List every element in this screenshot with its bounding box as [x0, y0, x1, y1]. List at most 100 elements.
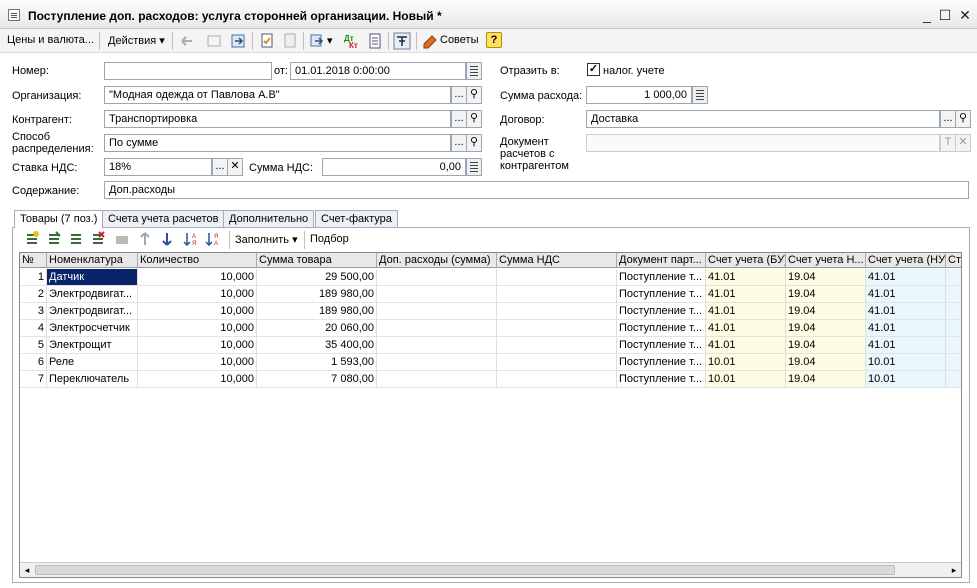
post-document-icon[interactable]	[258, 32, 276, 50]
cell-quantity[interactable]: 10,000	[138, 286, 257, 303]
cell-st[interactable]	[946, 269, 961, 286]
cell-goods-sum[interactable]: 29 500,00	[257, 269, 377, 286]
chevron-down-icon[interactable]: ▾	[327, 34, 333, 47]
cell-extra-expenses[interactable]	[377, 269, 497, 286]
cell-account-vat[interactable]: 19.04	[786, 371, 866, 388]
delete-row-icon[interactable]	[90, 231, 106, 247]
help-button[interactable]: ?	[486, 32, 502, 48]
cell-goods-sum[interactable]: 189 980,00	[257, 303, 377, 320]
cell-goods-sum[interactable]: 189 980,00	[257, 286, 377, 303]
cell-extra-expenses[interactable]	[377, 337, 497, 354]
contract-search-icon[interactable]: ⚲	[955, 110, 971, 128]
actions-menu-button[interactable]: Действия ▾	[108, 34, 165, 47]
cell-number[interactable]: 5	[20, 337, 47, 354]
cell-account-vat[interactable]: 19.04	[786, 269, 866, 286]
move-up-icon[interactable]	[138, 231, 152, 247]
tips-icon[interactable]	[421, 32, 439, 50]
select-items-button[interactable]: Подбор	[310, 233, 349, 245]
contractor-field[interactable]: Транспортировка	[104, 110, 451, 128]
cell-goods-sum[interactable]: 1 593,00	[257, 354, 377, 371]
cell-quantity[interactable]: 10,000	[138, 303, 257, 320]
header-col-account-vat[interactable]: Счет учета Н...	[786, 253, 866, 268]
cell-vat-sum[interactable]	[497, 286, 617, 303]
cell-account-bu[interactable]: 10.01	[706, 354, 786, 371]
cell-quantity[interactable]: 10,000	[138, 337, 257, 354]
scroll-left-icon[interactable]: ◂	[21, 564, 33, 576]
cell-batch-doc[interactable]: Поступление т...	[617, 354, 706, 371]
cell-account-nu[interactable]: 41.01	[866, 269, 946, 286]
org-search-icon[interactable]: ⚲	[466, 86, 482, 104]
tab-goods[interactable]: Товары (7 поз.)	[14, 210, 104, 228]
cell-account-bu[interactable]: 41.01	[706, 269, 786, 286]
cell-account-bu[interactable]: 41.01	[706, 337, 786, 354]
cell-account-vat[interactable]: 19.04	[786, 320, 866, 337]
org-select-button[interactable]: ...	[451, 86, 467, 104]
cell-st[interactable]	[946, 303, 961, 320]
cell-account-vat[interactable]: 19.04	[786, 337, 866, 354]
cell-number[interactable]: 1	[20, 269, 47, 286]
cell-nomenclature[interactable]: Датчик	[47, 269, 138, 286]
copy-row-icon[interactable]	[46, 231, 62, 247]
edit-row-icon[interactable]	[68, 231, 84, 247]
cell-extra-expenses[interactable]	[377, 371, 497, 388]
end-edit-icon[interactable]	[114, 231, 130, 247]
calendar-icon[interactable]	[466, 62, 482, 80]
contract-field[interactable]: Доставка	[586, 110, 940, 128]
contract-select-button[interactable]: ...	[940, 110, 956, 128]
number-field[interactable]	[104, 62, 272, 80]
cell-nomenclature[interactable]: Электросчетчик	[47, 320, 138, 337]
cell-nomenclature[interactable]: Переключатель	[47, 371, 138, 388]
cell-st[interactable]	[946, 354, 961, 371]
cell-account-vat[interactable]: 19.04	[786, 286, 866, 303]
distribution-field[interactable]: По сумме	[104, 134, 451, 152]
close-button[interactable]: ✕	[956, 6, 974, 24]
header-col-nomenclature[interactable]: Номенклатура	[47, 253, 138, 268]
cell-account-nu[interactable]: 10.01	[866, 354, 946, 371]
scrollbar-thumb[interactable]	[35, 565, 895, 575]
prices-currency-button[interactable]: Цены и валюта...	[7, 34, 94, 46]
cell-goods-sum[interactable]: 20 060,00	[257, 320, 377, 337]
fill-menu-button[interactable]: Заполнить ▾	[235, 233, 298, 246]
cell-st[interactable]	[946, 320, 961, 337]
cell-nomenclature[interactable]: Реле	[47, 354, 138, 371]
sort-descending-icon[interactable]: ЯA	[205, 231, 222, 247]
unpost-document-icon[interactable]	[281, 32, 299, 50]
cell-number[interactable]: 2	[20, 286, 47, 303]
type-select-button[interactable]: T	[940, 134, 956, 152]
organization-field[interactable]: "Модная одежда от Павлова А.В"	[104, 86, 451, 104]
header-col-vat-sum[interactable]: Сумма НДС	[497, 253, 617, 268]
content-field[interactable]: Доп.расходы	[104, 181, 969, 199]
cell-extra-expenses[interactable]	[377, 354, 497, 371]
header-col-account-nu[interactable]: Счет учета (НУ)	[866, 253, 946, 268]
date-field[interactable]: 01.01.2018 0:00:00	[290, 62, 466, 80]
cell-batch-doc[interactable]: Поступление т...	[617, 286, 706, 303]
cell-account-nu[interactable]: 41.01	[866, 303, 946, 320]
cell-number[interactable]: 7	[20, 371, 47, 388]
scroll-right-icon[interactable]: ▸	[948, 564, 960, 576]
cell-extra-expenses[interactable]	[377, 286, 497, 303]
calculator-icon[interactable]	[692, 86, 708, 104]
structure-icon[interactable]	[393, 32, 411, 50]
back-arrow-icon[interactable]	[178, 32, 196, 50]
horizontal-scrollbar[interactable]: ◂ ▸	[20, 562, 961, 577]
contractor-search-icon[interactable]: ⚲	[466, 110, 482, 128]
cell-number[interactable]: 4	[20, 320, 47, 337]
add-row-icon[interactable]	[24, 231, 40, 247]
cell-account-vat[interactable]: 19.04	[786, 303, 866, 320]
cell-vat-sum[interactable]	[497, 303, 617, 320]
cell-st[interactable]	[946, 371, 961, 388]
move-down-icon[interactable]	[160, 231, 174, 247]
vat-rate-field[interactable]: 18%	[104, 158, 212, 176]
calculator-icon[interactable]	[466, 158, 482, 176]
cell-account-vat[interactable]: 19.04	[786, 354, 866, 371]
cell-extra-expenses[interactable]	[377, 303, 497, 320]
tab-invoice[interactable]: Счет-фактура	[315, 210, 398, 227]
tab-settlement-accounts[interactable]: Счета учета расчетов	[102, 210, 225, 227]
header-col-account-bu[interactable]: Счет учета (БУ)	[706, 253, 786, 268]
cell-batch-doc[interactable]: Поступление т...	[617, 371, 706, 388]
tips-button[interactable]: Советы	[440, 34, 478, 46]
vat-sum-field[interactable]: 0,00	[322, 158, 466, 176]
cell-batch-doc[interactable]: Поступление т...	[617, 269, 706, 286]
cell-batch-doc[interactable]: Поступление т...	[617, 337, 706, 354]
header-col-batch-doc[interactable]: Документ парт...	[617, 253, 706, 268]
